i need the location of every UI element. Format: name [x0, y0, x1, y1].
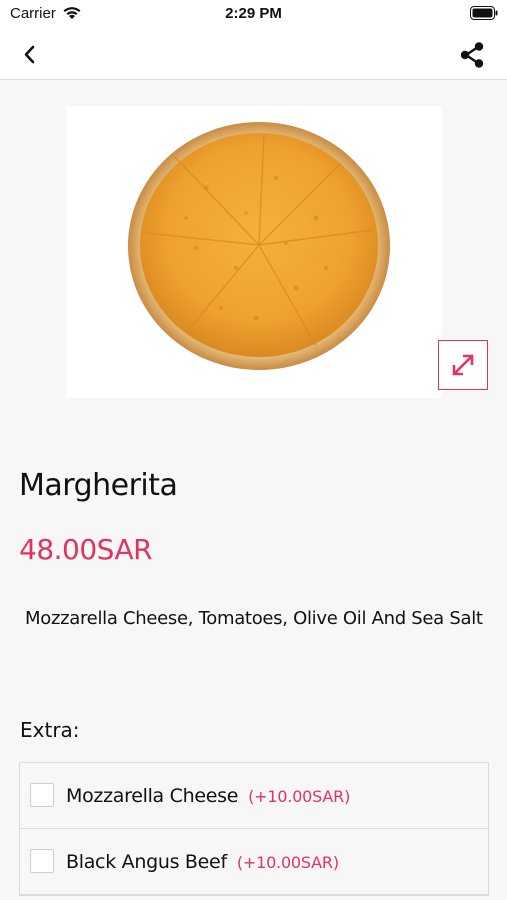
pizza-image [128, 122, 390, 370]
product-price: 48.00SAR [19, 533, 153, 566]
extra-item-price: (+10.00SAR) [236, 853, 339, 872]
extra-item-name: Mozzarella Cheese [66, 785, 239, 807]
nav-bar [0, 30, 507, 80]
share-button[interactable] [455, 38, 489, 72]
extras-heading: Extra: [20, 718, 80, 742]
extra-item-label: Black Angus Beef (+10.00SAR) [66, 851, 339, 873]
share-icon [460, 42, 484, 68]
extra-checkbox[interactable] [30, 783, 54, 807]
expand-image-button[interactable] [438, 340, 488, 390]
battery-icon [470, 6, 498, 25]
extra-item-label: Mozzarella Cheese (+10.00SAR) [66, 785, 350, 807]
extra-item[interactable]: Black Angus Beef (+10.00SAR) [20, 829, 488, 895]
extra-item[interactable]: Mozzarella Cheese (+10.00SAR) [20, 763, 488, 829]
extra-item-name: Black Angus Beef [66, 851, 227, 873]
extra-item-price: (+10.00SAR) [248, 787, 351, 806]
chevron-left-icon [24, 45, 35, 64]
extra-checkbox[interactable] [30, 849, 54, 873]
product-image [66, 106, 442, 398]
back-button[interactable] [16, 40, 46, 70]
status-time: 2:29 PM [225, 5, 282, 22]
expand-icon [452, 354, 474, 376]
status-bar: Carrier 2:29 PM [0, 0, 507, 30]
product-description: Mozzarella Cheese, Tomatoes, Olive Oil A… [25, 608, 483, 629]
product-name: Margherita [19, 468, 178, 503]
extras-list: Mozzarella Cheese (+10.00SAR) Black Angus… [19, 762, 489, 896]
